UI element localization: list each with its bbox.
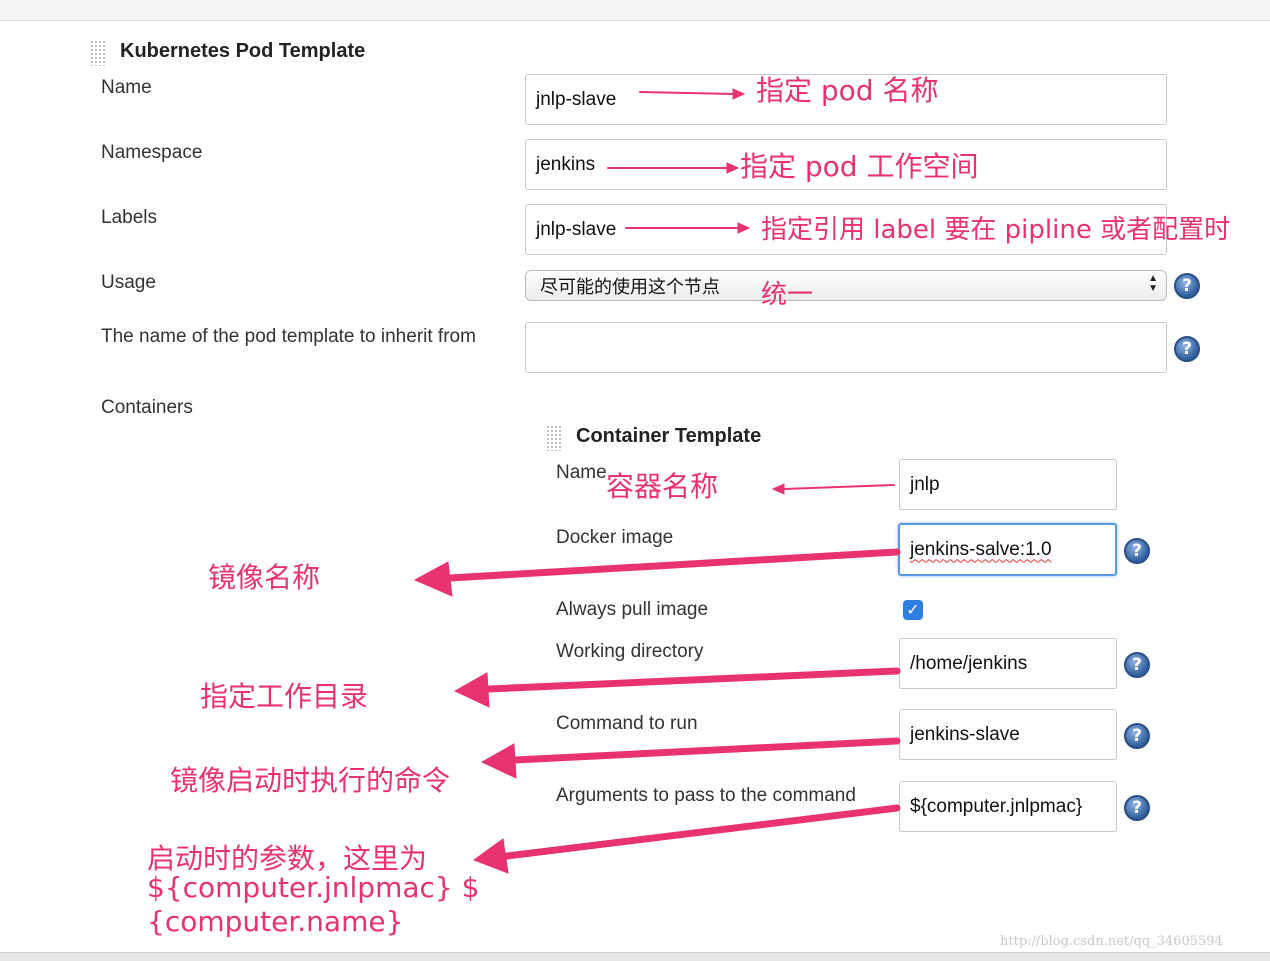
- arrowhead-work-dir: [453, 672, 490, 708]
- annotation-pod-namespace: 指定 pod 工作空间: [740, 150, 979, 183]
- annotation-command: 镜像启动时执行的命令: [170, 764, 451, 797]
- annotation-image-name: 镜像名称: [208, 561, 321, 594]
- arrow-image-name: [446, 548, 901, 582]
- annotation-container-name: 容器名称: [606, 470, 719, 503]
- arrowhead-labels: [737, 222, 751, 234]
- arrow-container-name: [783, 484, 895, 490]
- arrowhead-pod-name: [732, 88, 746, 100]
- arrow-work-dir: [484, 667, 901, 693]
- arrowhead-command: [480, 743, 517, 779]
- arrowhead-pod-namespace: [726, 162, 740, 174]
- annotation-pod-name: 指定 pod 名称: [756, 74, 939, 107]
- annotation-labels-line2: 统一: [761, 280, 814, 310]
- annotation-labels-line1: 指定引用 label 要在 pipline 或者配置时: [761, 215, 1231, 245]
- arrowhead-container-name: [771, 483, 785, 495]
- arrow-pod-name: [639, 91, 736, 95]
- annotation-work-dir: 指定工作目录: [200, 680, 369, 713]
- arrowhead-args: [472, 838, 509, 874]
- annotation-args-line2: ${computer.jnlpmac} $: [147, 871, 480, 904]
- arrow-command: [511, 737, 901, 764]
- arrowhead-image-name: [413, 561, 453, 597]
- annotation-args-line3: {computer.name}: [147, 905, 404, 938]
- watermark: http://blog.csdn.net/qq_34605594: [1000, 934, 1223, 949]
- arrow-args: [503, 804, 901, 860]
